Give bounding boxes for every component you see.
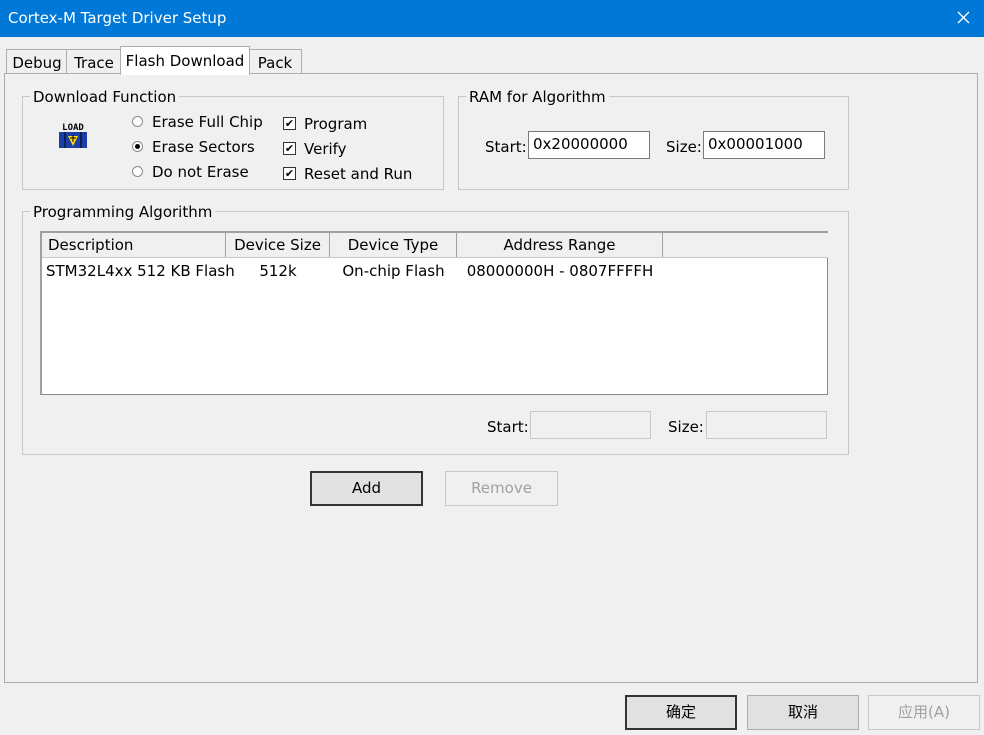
radio-dot: [132, 116, 143, 127]
radio-do-not-erase[interactable]: Do not Erase: [132, 163, 272, 181]
checkmark-icon: ✔: [283, 117, 296, 130]
algorithm-size-label: Size:: [668, 418, 704, 436]
radio-erase-sectors[interactable]: Erase Sectors: [132, 138, 272, 156]
algorithm-list[interactable]: Description Device Size Device Type Addr…: [40, 231, 828, 395]
column-header-device-size[interactable]: Device Size: [226, 233, 330, 257]
ram-for-algorithm-label: RAM for Algorithm: [466, 88, 609, 106]
table-row[interactable]: STM32L4xx 512 KB Flash 512k On-chip Flas…: [42, 260, 828, 282]
tab-pack[interactable]: Pack: [248, 49, 302, 75]
apply-button[interactable]: 应用(A): [868, 695, 980, 730]
algorithm-start-input[interactable]: [530, 411, 651, 439]
title-bar: Cortex-M Target Driver Setup: [0, 0, 984, 37]
remove-button[interactable]: Remove: [445, 471, 558, 506]
checkbox-program[interactable]: ✔ Program: [283, 115, 393, 133]
tab-flash-download[interactable]: Flash Download: [120, 46, 250, 75]
column-header-address-range[interactable]: Address Range: [457, 233, 663, 257]
programming-algorithm-label: Programming Algorithm: [30, 203, 216, 221]
cell-description: STM32L4xx 512 KB Flash: [46, 262, 235, 280]
checkbox-reset-and-run[interactable]: ✔ Reset and Run: [283, 165, 423, 183]
ram-start-input[interactable]: 0x20000000: [528, 131, 650, 159]
tab-debug[interactable]: Debug: [6, 49, 68, 75]
algorithm-size-input[interactable]: [706, 411, 827, 439]
checkmark-icon: ✔: [283, 167, 296, 180]
list-header: Description Device Size Device Type Addr…: [42, 233, 828, 258]
column-header-description[interactable]: Description: [42, 233, 226, 257]
cell-device-size: 512k: [259, 262, 297, 280]
checkmark-icon: ✔: [283, 142, 296, 155]
radio-dot-selected: [132, 141, 143, 152]
radio-dot: [132, 166, 143, 177]
ram-start-label: Start:: [485, 138, 527, 156]
load-icon-text: LOAD: [62, 123, 84, 133]
ok-button[interactable]: 确定: [625, 695, 737, 730]
tab-trace[interactable]: Trace: [66, 49, 122, 75]
download-function-label: Download Function: [30, 88, 180, 106]
checkbox-verify[interactable]: ✔ Verify: [283, 140, 393, 158]
cell-address-range: 08000000H - 0807FFFFH: [466, 262, 654, 280]
load-icon: LOAD: [56, 118, 90, 152]
ram-size-label: Size:: [666, 138, 702, 156]
algorithm-start-label: Start:: [487, 418, 529, 436]
column-header-device-type[interactable]: Device Type: [330, 233, 457, 257]
ram-size-input[interactable]: 0x00001000: [703, 131, 825, 159]
add-button[interactable]: Add: [310, 471, 423, 506]
radio-erase-full-chip[interactable]: Erase Full Chip: [132, 113, 272, 131]
cancel-button[interactable]: 取消: [747, 695, 859, 730]
cell-device-type: On-chip Flash: [342, 262, 445, 280]
window-title: Cortex-M Target Driver Setup: [8, 9, 227, 27]
close-icon[interactable]: [954, 6, 974, 28]
